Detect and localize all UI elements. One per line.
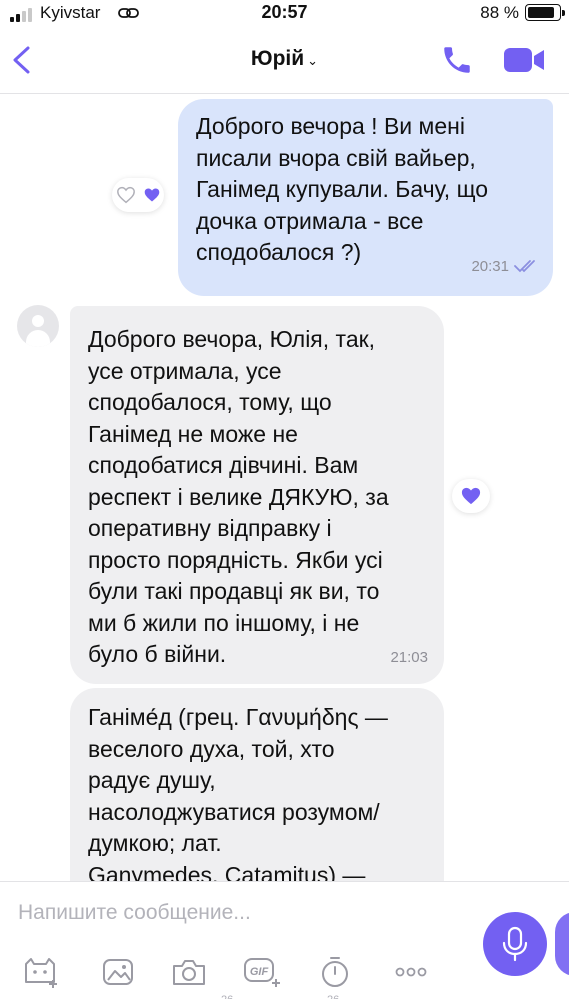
chevron-down-icon: ⌄ — [307, 53, 319, 68]
composer-toolbar: GIF 26 26 — [0, 952, 480, 999]
heart-outline-icon — [116, 186, 135, 204]
sticker-button[interactable] — [18, 952, 62, 992]
chat-header: Юрій ⌄ — [0, 26, 569, 94]
outgoing-message[interactable]: Доброго вечора ! Ви мені писали вчора св… — [178, 99, 553, 296]
sticker-icon — [25, 958, 57, 988]
message-reactions[interactable] — [112, 178, 164, 212]
message-input[interactable] — [18, 896, 468, 930]
microphone-icon — [502, 926, 528, 962]
message-text: Ганіме́д (грец. Γανυμήδης — веселого дух… — [88, 704, 388, 881]
call-button[interactable] — [440, 43, 474, 77]
voice-message-button[interactable] — [483, 912, 547, 976]
battery-icon — [525, 4, 565, 21]
camera-icon — [173, 960, 205, 985]
heart-filled-icon — [461, 487, 481, 505]
contact-name-button[interactable]: Юрій ⌄ — [0, 47, 569, 71]
timer-button[interactable] — [313, 952, 357, 992]
message-text: Доброго вечора, Юлія, так, усе отримала,… — [88, 326, 389, 667]
message-list[interactable]: Доброго вечора ! Ви мені писали вчора св… — [0, 95, 569, 881]
incoming-message[interactable]: Доброго вечора, Юлія, так, усе отримала,… — [70, 306, 444, 684]
message-time: 20:31 — [471, 257, 509, 275]
tool-badge: 26 — [327, 994, 339, 999]
gif-icon: GIF — [244, 958, 280, 987]
more-icon — [395, 967, 427, 977]
read-checkmarks-icon — [514, 250, 540, 282]
avatar[interactable] — [17, 305, 59, 347]
battery-percent: 88 % — [480, 3, 519, 22]
svg-text:GIF: GIF — [250, 966, 269, 978]
incoming-message[interactable]: Ганіме́д (грец. Γανυμήδης — веселого дух… — [70, 688, 444, 881]
heart-filled-icon — [144, 188, 159, 202]
status-bar: Kyivstar 20:57 88 % — [0, 0, 569, 26]
message-reactions[interactable] — [452, 479, 490, 513]
more-button[interactable] — [389, 952, 433, 992]
camera-button[interactable] — [167, 952, 211, 992]
gallery-icon — [103, 959, 133, 985]
timer-icon — [322, 957, 348, 987]
extra-action-button[interactable] — [555, 912, 569, 976]
gallery-button[interactable] — [96, 952, 140, 992]
contact-name: Юрій — [250, 47, 305, 70]
tool-badge: 26 — [221, 994, 233, 999]
composer: GIF 26 26 — [0, 881, 569, 999]
gif-button[interactable]: GIF — [240, 952, 284, 992]
message-text: Доброго вечора ! Ви мені писали вчора св… — [196, 113, 489, 265]
message-time: 21:03 — [390, 648, 428, 666]
video-call-button[interactable] — [502, 43, 546, 77]
video-camera-icon — [504, 48, 544, 72]
phone-icon — [444, 47, 470, 73]
